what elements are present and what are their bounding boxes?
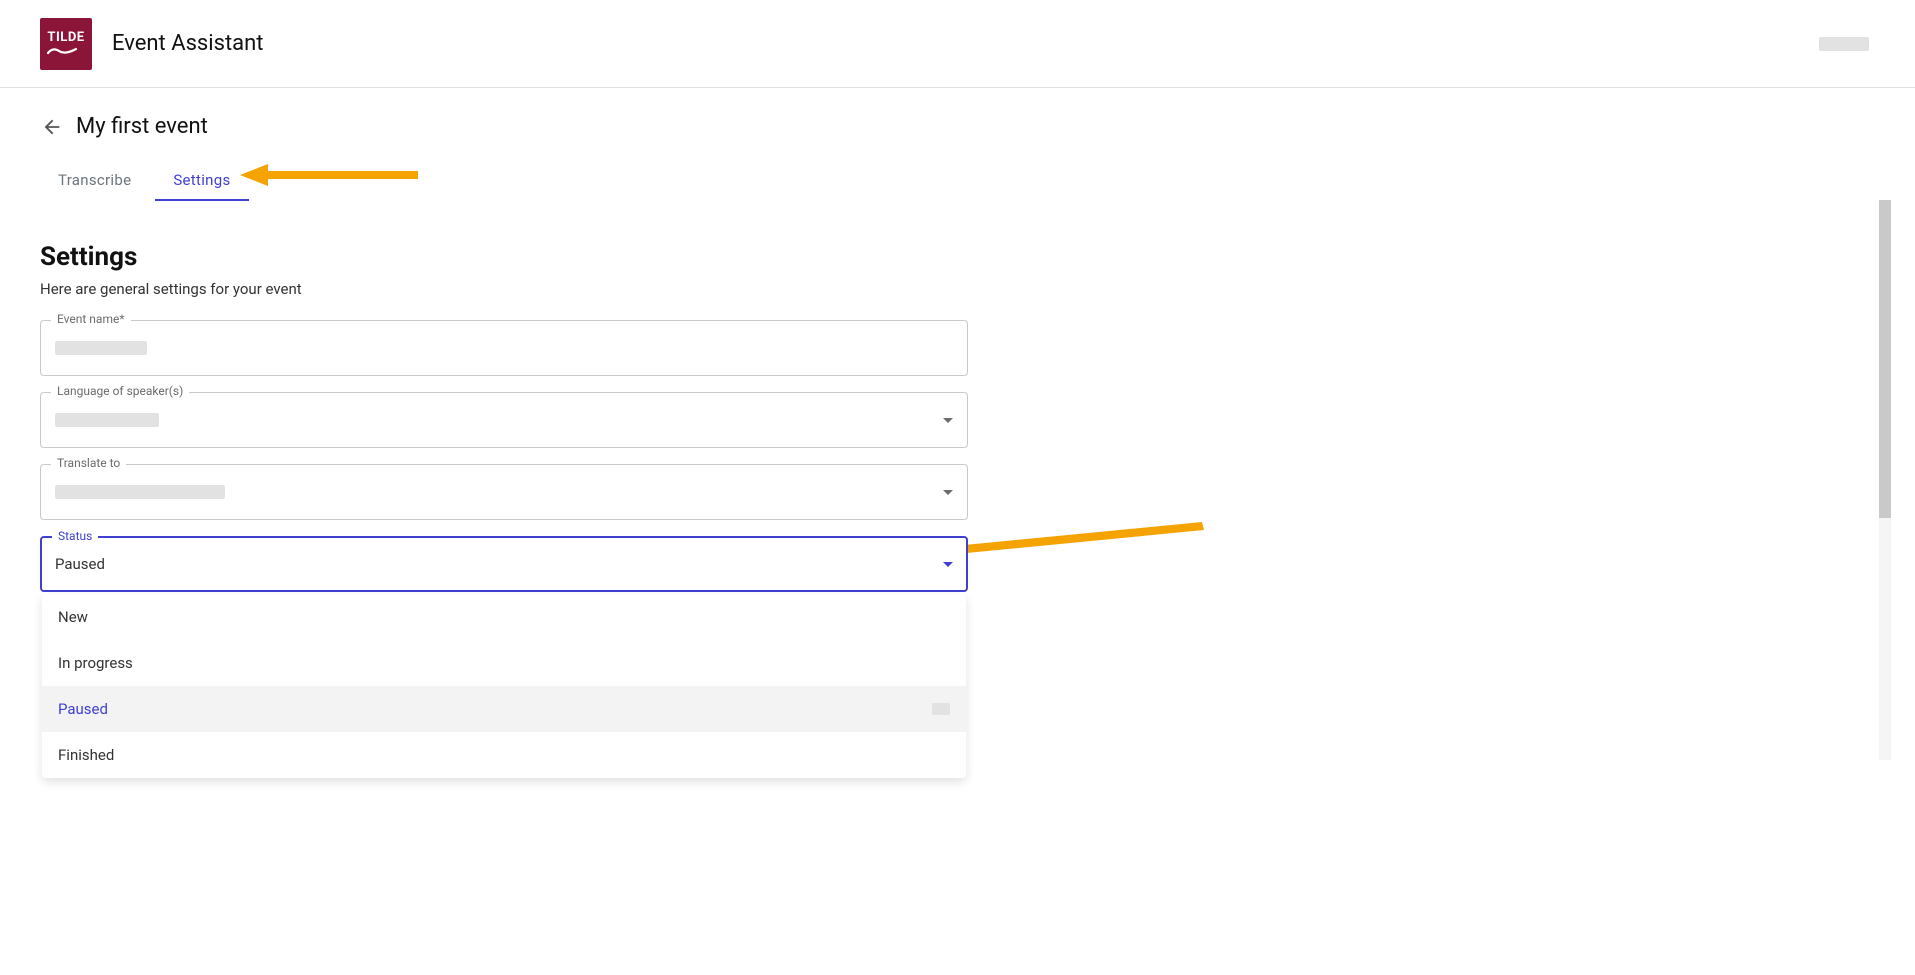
- status-value: Paused: [55, 555, 105, 573]
- check-placeholder-icon: [932, 703, 950, 715]
- event-name-field[interactable]: Event name*: [40, 320, 968, 376]
- app-title: Event Assistant: [112, 31, 264, 56]
- header-right: [1819, 37, 1869, 51]
- tab-transcribe[interactable]: Transcribe: [40, 161, 149, 201]
- app-logo: TILDE: [40, 18, 92, 70]
- logo-wave-icon: [47, 46, 77, 56]
- back-icon[interactable]: [40, 115, 64, 139]
- scrollbar[interactable]: [1879, 200, 1891, 760]
- main-content: My first event Transcribe Settings Setti…: [0, 88, 1915, 592]
- status-dropdown: New In progress Paused Finished: [42, 594, 966, 778]
- status-option-label: In progress: [58, 654, 133, 672]
- app-header: TILDE Event Assistant: [0, 0, 1915, 88]
- status-option-finished[interactable]: Finished: [42, 732, 966, 778]
- settings-subheading: Here are general settings for your event: [40, 280, 968, 298]
- translate-to-field[interactable]: Translate to: [40, 464, 968, 520]
- status-label: Status: [52, 529, 98, 543]
- status-option-paused[interactable]: Paused: [42, 686, 966, 732]
- status-option-label: Finished: [58, 746, 114, 764]
- logo-text: TILDE: [47, 31, 84, 56]
- status-option-new[interactable]: New: [42, 594, 966, 640]
- translate-to-value: [55, 485, 225, 499]
- tabs: Transcribe Settings: [40, 161, 1915, 202]
- language-value: [55, 413, 159, 427]
- status-field[interactable]: Status Paused New In progress Paused Fin…: [40, 536, 968, 592]
- event-name-value: [55, 341, 147, 355]
- chevron-down-icon: [943, 490, 953, 495]
- event-name-label: Event name*: [51, 312, 131, 326]
- settings-heading: Settings: [40, 242, 968, 272]
- chevron-down-icon: [943, 418, 953, 423]
- settings-form: Settings Here are general settings for y…: [40, 242, 968, 592]
- status-option-label: New: [58, 608, 88, 626]
- language-field[interactable]: Language of speaker(s): [40, 392, 968, 448]
- page-title: My first event: [76, 114, 208, 139]
- chevron-down-icon: [943, 562, 953, 567]
- status-option-label: Paused: [58, 700, 108, 718]
- translate-to-label: Translate to: [51, 456, 126, 470]
- language-label: Language of speaker(s): [51, 384, 189, 398]
- logo-name: TILDE: [47, 30, 84, 45]
- header-account-placeholder[interactable]: [1819, 37, 1869, 51]
- status-option-in-progress[interactable]: In progress: [42, 640, 966, 686]
- page-top: My first event: [40, 88, 1915, 139]
- scrollbar-thumb[interactable]: [1879, 200, 1891, 518]
- tab-settings[interactable]: Settings: [155, 161, 248, 201]
